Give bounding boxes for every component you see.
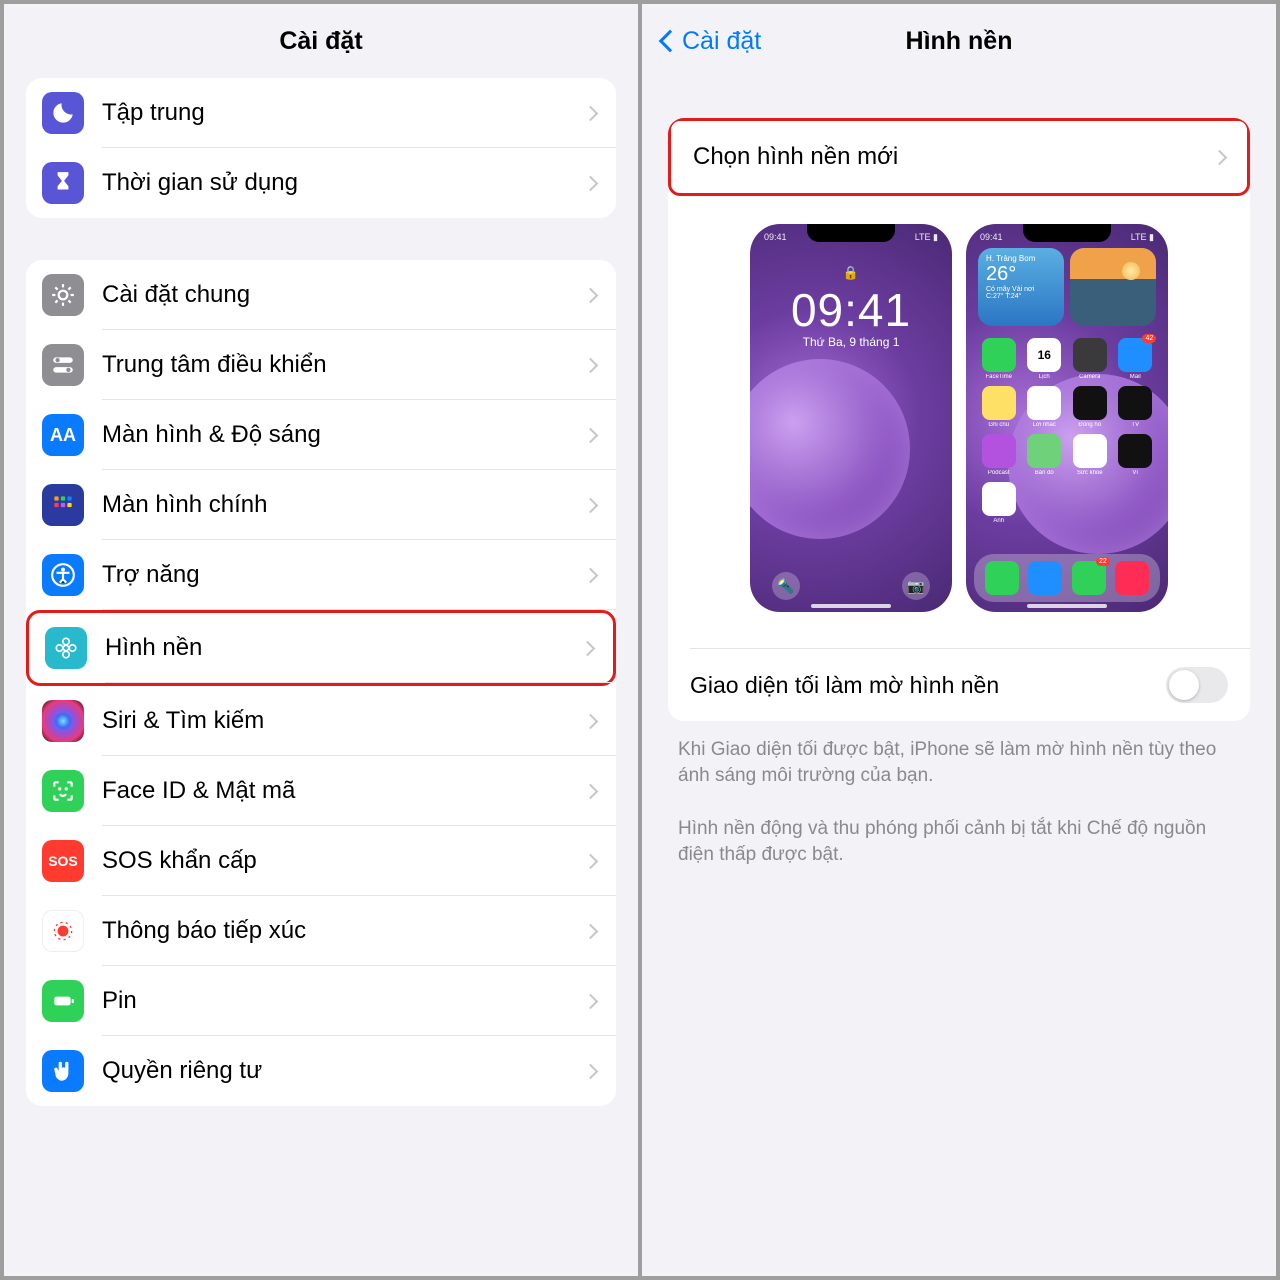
wallpaper-group: Chọn hình nền mới 09:41 LTE ▮ 🔒 09:41 Th… [668,118,1250,721]
chevron-right-icon [583,1063,599,1079]
flashlight-icon: 🔦 [772,572,800,600]
siri-label: Siri & Tìm kiếm [102,707,585,735]
moon-icon [42,92,84,134]
sos-row[interactable]: SOS SOS khẩn cấp [26,826,616,896]
choose-wallpaper-row[interactable]: Chọn hình nền mới [668,118,1250,196]
general-row[interactable]: Cài đặt chung [26,260,616,330]
battery-label: Pin [102,987,585,1015]
footer-text-2: Hình nền động và thu phóng phối cảnh bị … [678,816,1240,867]
general-label: Cài đặt chung [102,281,585,309]
privacy-row[interactable]: Quyền riêng tư [26,1036,616,1106]
chevron-right-icon [583,175,599,191]
wallpaper-panel: Cài đặt Hình nền Chọn hình nền mới 09:41… [640,0,1280,1280]
chevron-right-icon [583,783,599,799]
flower-icon [45,627,87,669]
settings-navbar: Cài đặt [4,4,638,78]
sos-icon: SOS [42,840,84,882]
footer-text-1: Khi Giao diện tối được bật, iPhone sẽ là… [678,737,1240,788]
lockscreen-preview[interactable]: 09:41 LTE ▮ 🔒 09:41 Thứ Ba, 9 tháng 1 🔦 … [750,224,952,612]
accessibility-icon [42,554,84,596]
focus-row[interactable]: Tập trung [26,78,616,148]
homescreen-preview[interactable]: 09:41 LTE ▮ H. Trảng Bom 26° Có mây Vài … [966,224,1168,612]
settings-title: Cài đặt [279,27,362,56]
wallpaper-row[interactable]: Hình nền [26,610,616,686]
weather-widget: H. Trảng Bom 26° Có mây Vài nơi C:27° T:… [978,248,1064,326]
settings-group-1: Tập trung Thời gian sử dụng [26,78,616,218]
wallpaper-previews: 09:41 LTE ▮ 🔒 09:41 Thứ Ba, 9 tháng 1 🔦 … [668,196,1250,648]
chevron-right-icon [583,357,599,373]
grid-icon [42,484,84,526]
dark-dim-label: Giao diện tối làm mờ hình nền [690,672,1166,699]
back-button[interactable]: Cài đặt [662,27,761,56]
back-label: Cài đặt [682,27,761,56]
chevron-right-icon [583,105,599,121]
wallpaper-title: Hình nền [906,27,1013,56]
app-grid: FaceTime16LịchCamera42MailGhi chúLời nhắ… [966,338,1168,524]
wallpaper-navbar: Cài đặt Hình nền [642,4,1276,78]
wallpaper-orb [750,359,910,539]
chevron-right-icon [1212,149,1228,165]
control-center-label: Trung tâm điều khiển [102,351,585,379]
choose-wallpaper-label: Chọn hình nền mới [693,143,1214,171]
photo-widget [1070,248,1156,326]
toggles-icon [42,344,84,386]
accessibility-label: Trợ năng [102,561,585,589]
chevron-right-icon [583,427,599,443]
homescreen-row[interactable]: Màn hình chính [26,470,616,540]
lock-date: Thứ Ba, 9 tháng 1 [750,335,952,349]
lock-time: 09:41 [750,283,952,337]
dock: 22 [974,554,1160,602]
faceid-row[interactable]: Face ID & Mật mã [26,756,616,826]
accessibility-row[interactable]: Trợ năng [26,540,616,610]
chevron-left-icon [659,30,682,53]
dark-dim-row[interactable]: Giao diện tối làm mờ hình nền [668,649,1250,721]
exposure-row[interactable]: Thông báo tiếp xúc [26,896,616,966]
control-center-row[interactable]: Trung tâm điều khiển [26,330,616,400]
lock-bottom: 🔦 📷 [750,572,952,600]
siri-icon [42,700,84,742]
settings-panel: Cài đặt Tập trung Thời gian sử dụng Cài … [0,0,640,1280]
privacy-label: Quyền riêng tư [102,1057,585,1085]
lock-icon: 🔒 [750,265,952,281]
exposure-label: Thông báo tiếp xúc [102,917,585,945]
chevron-right-icon [583,497,599,513]
gear-icon [42,274,84,316]
chevron-right-icon [580,640,596,656]
battery-row[interactable]: Pin [26,966,616,1036]
wallpaper-label: Hình nền [105,634,582,662]
hand-icon [42,1050,84,1092]
exposure-icon [42,910,84,952]
sos-label: SOS khẩn cấp [102,847,585,875]
faceid-label: Face ID & Mật mã [102,777,585,805]
lock-statusbar: 09:41 LTE ▮ [750,224,952,243]
home-indicator [811,604,891,608]
dark-dim-toggle[interactable] [1166,667,1228,703]
display-row[interactable]: AA Màn hình & Độ sáng [26,400,616,470]
camera-icon: 📷 [902,572,930,600]
chevron-right-icon [583,567,599,583]
focus-label: Tập trung [102,99,585,127]
battery-icon [42,980,84,1022]
faceid-icon [42,770,84,812]
text-size-icon: AA [42,414,84,456]
siri-row[interactable]: Siri & Tìm kiếm [26,686,616,756]
hourglass-icon [42,162,84,204]
home-indicator [1027,604,1107,608]
widgets-row: H. Trảng Bom 26° Có mây Vài nơi C:27° T:… [966,248,1168,326]
chevron-right-icon [583,923,599,939]
chevron-right-icon [583,993,599,1009]
display-label: Màn hình & Độ sáng [102,421,585,449]
home-statusbar: 09:41 LTE ▮ [966,224,1168,243]
chevron-right-icon [583,713,599,729]
homescreen-label: Màn hình chính [102,491,585,519]
chevron-right-icon [583,287,599,303]
screentime-label: Thời gian sử dụng [102,169,585,197]
screentime-row[interactable]: Thời gian sử dụng [26,148,616,218]
chevron-right-icon [583,853,599,869]
settings-group-2: Cài đặt chung Trung tâm điều khiển AA Mà… [26,260,616,1106]
